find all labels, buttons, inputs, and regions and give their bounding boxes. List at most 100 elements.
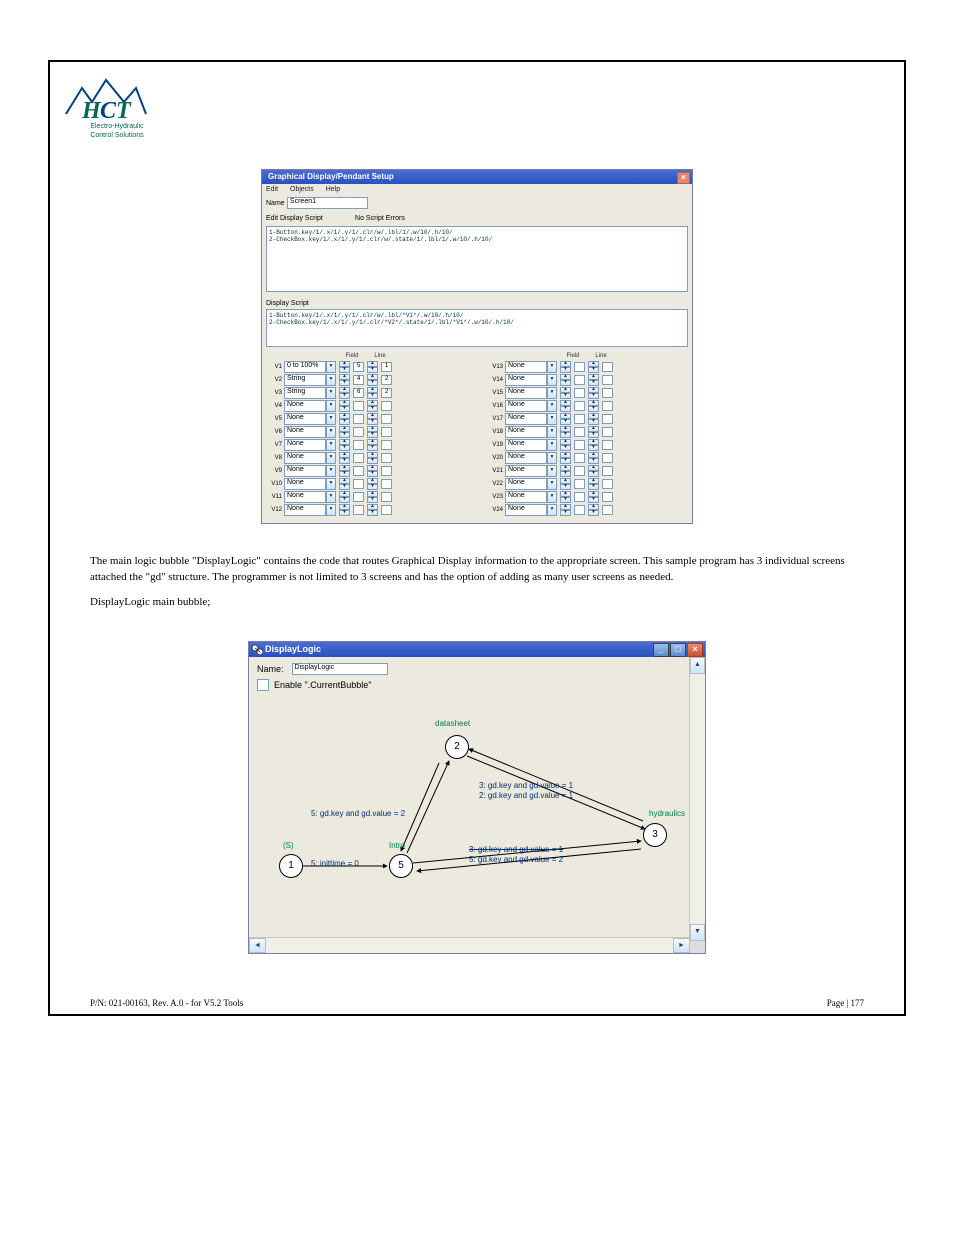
variable-type-select[interactable]: None▼ bbox=[284, 478, 336, 490]
line-spinner[interactable]: ▲▼2 bbox=[364, 374, 392, 386]
variable-type-select[interactable]: None▼ bbox=[505, 504, 557, 516]
line-spinner[interactable]: ▲▼ bbox=[364, 465, 392, 477]
line-spinner[interactable]: ▲▼ bbox=[364, 491, 392, 503]
field-spinner[interactable]: ▲▼ bbox=[557, 374, 585, 386]
variable-type-select[interactable]: None▼ bbox=[284, 426, 336, 438]
line-spinner[interactable]: ▲▼ bbox=[364, 439, 392, 451]
field-spinner[interactable]: ▲▼5 bbox=[336, 361, 364, 373]
variable-type-select[interactable]: None▼ bbox=[505, 452, 557, 464]
enable-currentbubble-checkbox[interactable] bbox=[257, 679, 269, 691]
close-icon[interactable]: × bbox=[677, 172, 690, 184]
gd-setup-titlebar[interactable]: Graphical Display/Pendant Setup × bbox=[262, 170, 692, 184]
close-button[interactable]: × bbox=[687, 643, 703, 657]
chevron-down-icon[interactable]: ▼ bbox=[547, 387, 557, 399]
line-spinner[interactable]: ▲▼ bbox=[364, 452, 392, 464]
field-spinner[interactable]: ▲▼ bbox=[557, 465, 585, 477]
bubble-2[interactable]: 2 bbox=[445, 735, 469, 759]
bubble-1[interactable]: 1 bbox=[279, 854, 303, 878]
line-spinner[interactable]: ▲▼ bbox=[585, 504, 613, 516]
variable-type-select[interactable]: None▼ bbox=[505, 465, 557, 477]
chevron-down-icon[interactable]: ▼ bbox=[547, 465, 557, 477]
chevron-down-icon[interactable]: ▼ bbox=[326, 478, 336, 490]
horizontal-scrollbar[interactable]: ◄ ► bbox=[249, 937, 705, 953]
variable-type-select[interactable]: String▼ bbox=[284, 387, 336, 399]
bubble-3[interactable]: 3 bbox=[643, 823, 667, 847]
chevron-down-icon[interactable]: ▼ bbox=[547, 426, 557, 438]
line-spinner[interactable]: ▲▼ bbox=[585, 439, 613, 451]
variable-type-select[interactable]: None▼ bbox=[284, 491, 336, 503]
chevron-down-icon[interactable]: ▼ bbox=[547, 374, 557, 386]
variable-type-select[interactable]: 0 to 100%▼ bbox=[284, 361, 336, 373]
chevron-down-icon[interactable]: ▼ bbox=[547, 491, 557, 503]
field-spinner[interactable]: ▲▼ bbox=[336, 478, 364, 490]
line-spinner[interactable]: ▲▼2 bbox=[364, 387, 392, 399]
field-spinner[interactable]: ▲▼ bbox=[557, 478, 585, 490]
line-spinner[interactable]: ▲▼ bbox=[585, 478, 613, 490]
scroll-up-button[interactable]: ▲ bbox=[690, 657, 705, 674]
line-spinner[interactable]: ▲▼ bbox=[364, 400, 392, 412]
field-spinner[interactable]: ▲▼ bbox=[557, 413, 585, 425]
scroll-right-button[interactable]: ► bbox=[673, 938, 690, 953]
variable-type-select[interactable]: None▼ bbox=[505, 439, 557, 451]
chevron-down-icon[interactable]: ▼ bbox=[547, 439, 557, 451]
field-spinner[interactable]: ▲▼ bbox=[557, 400, 585, 412]
line-spinner[interactable]: ▲▼ bbox=[585, 400, 613, 412]
variable-type-select[interactable]: None▼ bbox=[505, 361, 557, 373]
field-spinner[interactable]: ▲▼ bbox=[557, 387, 585, 399]
line-spinner[interactable]: ▲▼ bbox=[364, 478, 392, 490]
chevron-down-icon[interactable]: ▼ bbox=[547, 504, 557, 516]
field-spinner[interactable]: ▲▼ bbox=[557, 439, 585, 451]
variable-type-select[interactable]: None▼ bbox=[505, 413, 557, 425]
chevron-down-icon[interactable]: ▼ bbox=[547, 478, 557, 490]
field-spinner[interactable]: ▲▼ bbox=[336, 426, 364, 438]
field-spinner[interactable]: ▲▼4 bbox=[336, 374, 364, 386]
chevron-down-icon[interactable]: ▼ bbox=[326, 452, 336, 464]
variable-type-select[interactable]: None▼ bbox=[505, 387, 557, 399]
variable-type-select[interactable]: None▼ bbox=[284, 439, 336, 451]
line-spinner[interactable]: ▲▼ bbox=[585, 374, 613, 386]
variable-type-select[interactable]: String▼ bbox=[284, 374, 336, 386]
chevron-down-icon[interactable]: ▼ bbox=[326, 387, 336, 399]
variable-type-select[interactable]: None▼ bbox=[505, 374, 557, 386]
vertical-scrollbar[interactable]: ▲ ▼ bbox=[689, 657, 705, 937]
chevron-down-icon[interactable]: ▼ bbox=[326, 426, 336, 438]
menu-edit[interactable]: Edit bbox=[266, 186, 278, 193]
variable-type-select[interactable]: None▼ bbox=[284, 504, 336, 516]
field-spinner[interactable]: ▲▼ bbox=[557, 504, 585, 516]
variable-type-select[interactable]: None▼ bbox=[284, 400, 336, 412]
minimize-button[interactable]: _ bbox=[653, 643, 669, 657]
chevron-down-icon[interactable]: ▼ bbox=[547, 361, 557, 373]
maximize-button[interactable]: □ bbox=[670, 643, 686, 657]
line-spinner[interactable]: ▲▼ bbox=[585, 387, 613, 399]
line-spinner[interactable]: ▲▼ bbox=[364, 426, 392, 438]
scroll-down-button[interactable]: ▼ bbox=[690, 924, 705, 941]
name-input[interactable]: Screen1 bbox=[287, 197, 368, 209]
line-spinner[interactable]: ▲▼ bbox=[364, 413, 392, 425]
variable-type-select[interactable]: None▼ bbox=[284, 452, 336, 464]
field-spinner[interactable]: ▲▼ bbox=[557, 491, 585, 503]
logic-name-input[interactable]: DisplayLogic bbox=[292, 663, 388, 675]
line-spinner[interactable]: ▲▼ bbox=[585, 452, 613, 464]
field-spinner[interactable]: ▲▼ bbox=[557, 426, 585, 438]
field-spinner[interactable]: ▲▼ bbox=[336, 504, 364, 516]
variable-type-select[interactable]: None▼ bbox=[505, 478, 557, 490]
menu-help[interactable]: Help bbox=[326, 186, 340, 193]
field-spinner[interactable]: ▲▼ bbox=[557, 361, 585, 373]
field-spinner[interactable]: ▲▼ bbox=[336, 465, 364, 477]
line-spinner[interactable]: ▲▼ bbox=[585, 413, 613, 425]
line-spinner[interactable]: ▲▼ bbox=[585, 426, 613, 438]
field-spinner[interactable]: ▲▼ bbox=[336, 491, 364, 503]
bubble-canvas[interactable]: 1 2 3 5 datasheet hydraulics Intro (S) 5… bbox=[249, 701, 689, 911]
chevron-down-icon[interactable]: ▼ bbox=[547, 452, 557, 464]
menu-objects[interactable]: Objects bbox=[290, 186, 314, 193]
chevron-down-icon[interactable]: ▼ bbox=[326, 400, 336, 412]
scroll-left-button[interactable]: ◄ bbox=[249, 938, 266, 953]
variable-type-select[interactable]: None▼ bbox=[505, 491, 557, 503]
field-spinner[interactable]: ▲▼ bbox=[336, 452, 364, 464]
line-spinner[interactable]: ▲▼ bbox=[585, 491, 613, 503]
variable-type-select[interactable]: None▼ bbox=[284, 413, 336, 425]
chevron-down-icon[interactable]: ▼ bbox=[326, 413, 336, 425]
edit-script-textarea[interactable]: 1-Button.key/1/.x/1/.y/1/.clr/w/.lbl/1/.… bbox=[266, 226, 688, 292]
chevron-down-icon[interactable]: ▼ bbox=[326, 374, 336, 386]
field-spinner[interactable]: ▲▼ bbox=[336, 439, 364, 451]
